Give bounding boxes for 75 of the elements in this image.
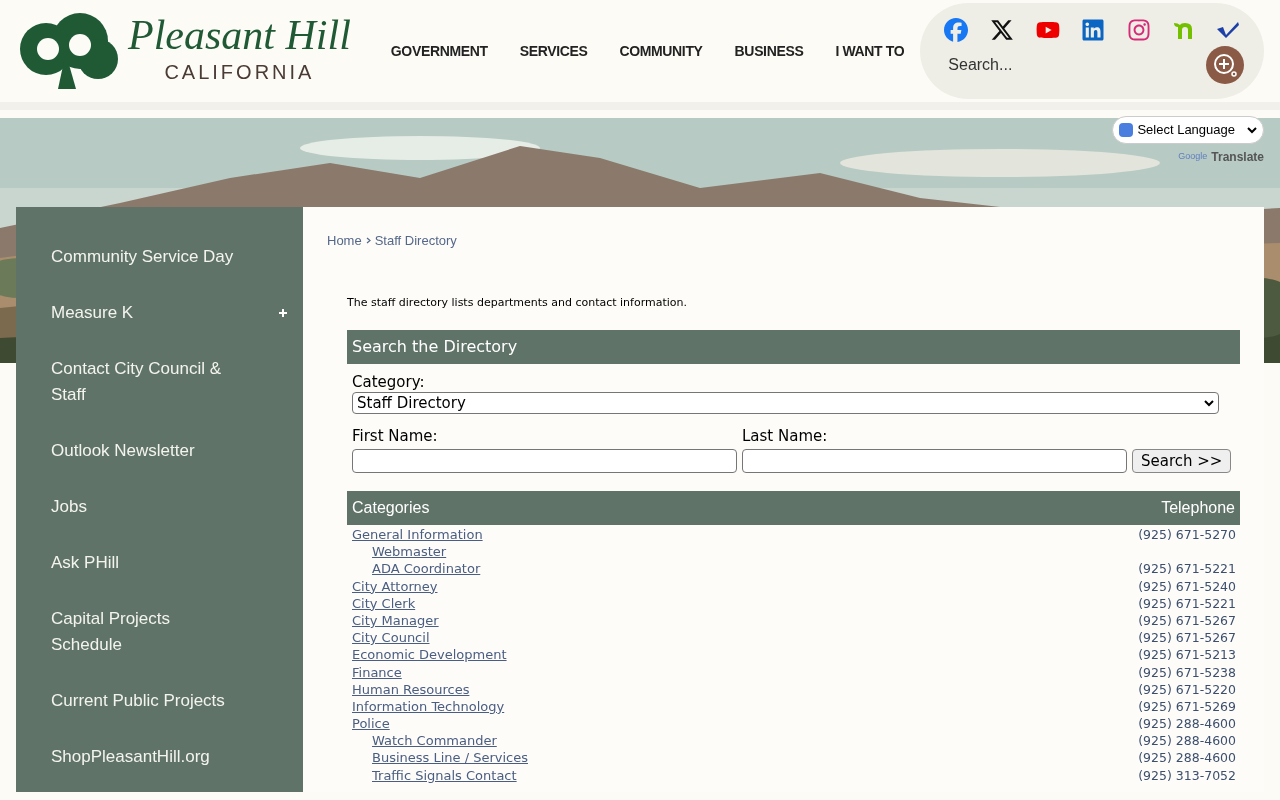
nav-link[interactable]: COMMUNITY [603,40,719,62]
tree-logo-icon [18,11,120,91]
phone-number: (925) 671-5267 [1138,611,1236,630]
breadcrumb-link[interactable]: Staff Directory [374,231,457,251]
sidebar-item[interactable]: Contact City Council & Staff [16,341,303,423]
sidebar-item[interactable]: Outlook Newsletter [16,423,303,479]
directory-link[interactable]: Webmaster [372,543,447,561]
intro-text: The staff directory lists departments and contact information. [347,294,689,311]
google-wordmark: Google [1178,150,1208,164]
phone-number: (925) 671-5240 [1138,577,1236,596]
x-icon[interactable] [989,18,1014,42]
facebook-icon[interactable] [944,18,969,42]
translate-label: Translate [1211,149,1264,166]
category-select[interactable]: Staff Directory [352,392,1219,414]
site-title: Pleasant Hill [128,11,351,60]
directory-link[interactable]: Traffic Signals Contact [372,766,517,784]
directory-link[interactable]: Human Resources [352,680,470,698]
phone-number: (925) 671-5269 [1138,697,1236,716]
field-label: Category: [352,372,426,392]
phone-number: (925) 671-5213 [1138,646,1236,665]
plus-icon[interactable] [279,309,287,317]
breadcrumb-separator-icon [365,237,371,245]
field-label: Last Name: [742,426,829,446]
sidebar-item[interactable]: Jobs [16,479,303,535]
instagram-icon[interactable] [1126,18,1151,42]
directory-link[interactable]: City Council [352,629,430,647]
phone-number: (925) 288-4600 [1138,749,1236,768]
column-header: Telephone [1161,498,1235,518]
linkedin-icon[interactable] [1081,18,1106,42]
sidebar-item[interactable]: Current Public Projects [16,673,303,729]
field-label: First Name: [352,426,439,446]
first-name-field[interactable] [352,449,737,473]
panel-title: Search the Directory [352,336,518,358]
sidebar-item[interactable]: Ask PHill [16,535,303,591]
sidebar-item[interactable]: Capital Projects Schedule [16,591,303,673]
nav-link[interactable]: BUSINESS [718,40,820,62]
phone-number: (925) 671-5221 [1138,594,1236,613]
directory-link[interactable]: Police [352,715,390,733]
sidebar-item[interactable]: ShopPleasantHill.org [16,729,303,785]
search-icon [1212,52,1238,78]
directory-link[interactable]: General Information [352,526,483,543]
phone-number: (925) 671-5220 [1138,680,1236,699]
nav-link[interactable]: GOVERNMENT [374,40,504,62]
directory-link[interactable]: City Clerk [352,594,416,612]
phone-number: (925) 671-5221 [1138,560,1236,579]
directory-link[interactable]: ADA Coordinator [372,560,481,578]
phone-number: (925) 671-5267 [1138,629,1236,648]
directory-link[interactable]: Economic Development [352,646,507,664]
directory-link[interactable]: Watch Commander [372,732,497,750]
language-select[interactable]: Select Language [1112,116,1264,144]
column-header: Categories [352,498,430,518]
last-name-field[interactable] [742,449,1127,473]
directory-link[interactable]: Finance [352,663,402,681]
nav-link[interactable]: I WANT TO [819,40,921,62]
directory-link[interactable]: City Manager [352,611,439,629]
phone-number: (925) 288-4600 [1138,732,1236,751]
chevron-icon [1247,126,1257,134]
phone-number: (925) 288-4600 [1138,715,1236,734]
check-icon[interactable] [1215,21,1240,39]
chevron-icon [1204,399,1214,407]
translate-icon [1119,123,1134,137]
phone-number: (925) 671-5270 [1138,526,1236,544]
search-submit-button[interactable]: Search >> [1132,449,1232,473]
breadcrumb-link[interactable]: Home [327,231,362,251]
directory-link[interactable]: Business Line / Services [372,749,528,767]
phone-number: (925) 313-7052 [1138,766,1236,785]
search-field[interactable]: Search... [940,53,1201,77]
search-button[interactable] [1206,46,1244,84]
nav-link[interactable]: SERVICES [503,40,604,62]
site-subtitle: CALIFORNIA [164,60,315,84]
sidebar-item[interactable]: Measure K [16,285,303,341]
phone-number: (925) 671-5238 [1138,663,1236,682]
sidebar-item[interactable]: Community Service Day [16,229,303,285]
directory-link[interactable]: City Attorney [352,577,438,595]
directory-link[interactable]: Information Technology [352,697,505,715]
